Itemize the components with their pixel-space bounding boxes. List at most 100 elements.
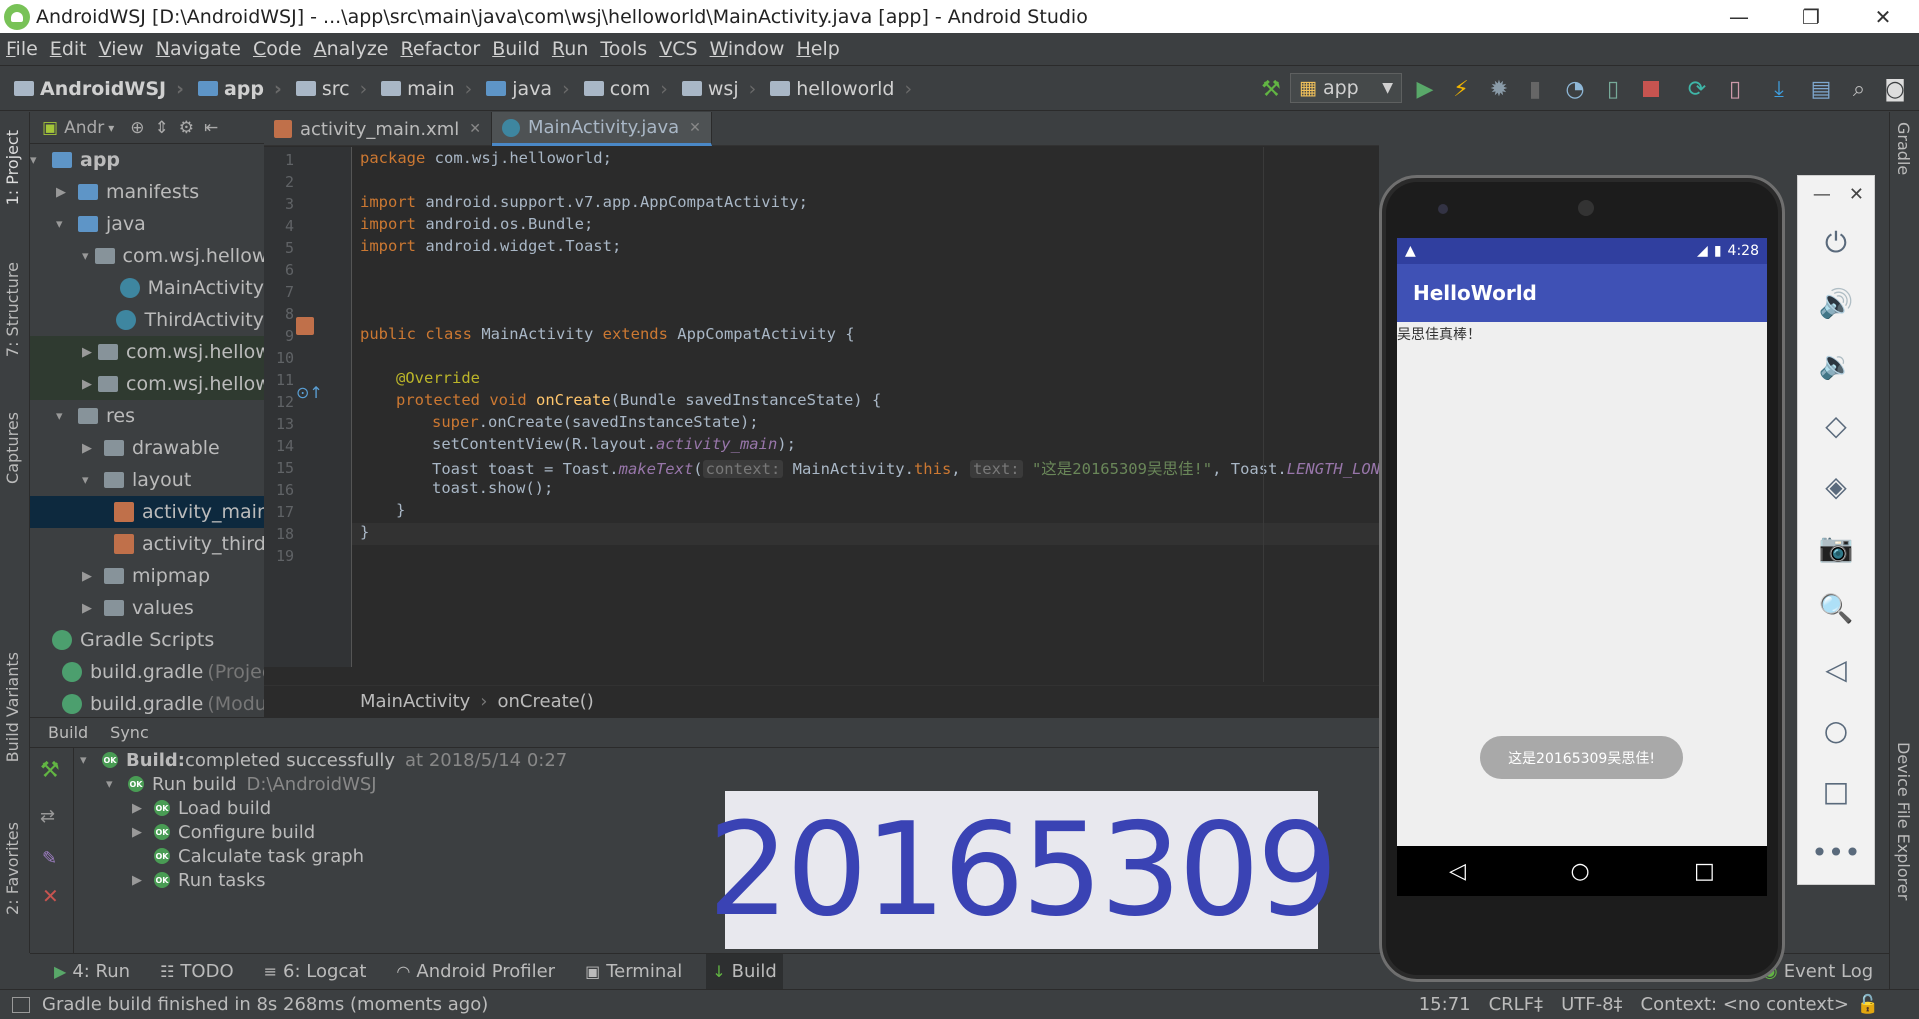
tree-item[interactable]: build.gradle(Project xyxy=(30,656,264,688)
collapse-icon[interactable]: ⇕ xyxy=(155,118,169,138)
expand-arrow-icon[interactable]: ▾ xyxy=(56,217,72,232)
build-tree-row[interactable]: ▾ OK Run build D:\AndroidWSJ xyxy=(80,772,567,796)
minimize-emulator-button[interactable]: — xyxy=(1813,184,1831,205)
menu-view[interactable]: View xyxy=(99,38,144,60)
attach-debugger-button[interactable]: ▯ xyxy=(1600,74,1626,104)
close-icon[interactable]: ✕ xyxy=(42,884,59,908)
line-separator[interactable]: CRLF‡ xyxy=(1489,994,1543,1015)
expand-arrow-icon[interactable]: ▶ xyxy=(132,825,154,840)
hammer-icon[interactable]: ⚒ xyxy=(40,758,60,783)
volume-down-button[interactable]: 🔉 xyxy=(1798,334,1874,395)
pin-icon[interactable]: ✎ xyxy=(42,848,57,869)
close-icon[interactable]: ✕ xyxy=(689,120,701,136)
expand-arrow-icon[interactable]: ▾ xyxy=(82,249,89,264)
menu-help[interactable]: Help xyxy=(796,38,839,60)
context-indicator[interactable]: Context: <no context> xyxy=(1641,994,1849,1015)
make-project-button[interactable]: ⚒ xyxy=(1258,74,1284,104)
build-tree-row[interactable]: ▶ OK Configure build xyxy=(80,820,567,844)
menu-file[interactable]: File xyxy=(6,38,38,60)
tree-item[interactable]: ▾ layout xyxy=(30,464,264,496)
tab-structure[interactable]: 7: Structure xyxy=(3,262,22,357)
menu-navigate[interactable]: Navigate xyxy=(156,38,241,60)
expand-arrow-icon[interactable]: ▶ xyxy=(82,345,92,360)
status-toggle-icon[interactable] xyxy=(12,996,30,1013)
menu-build[interactable]: Build xyxy=(492,38,540,60)
emulator-screen[interactable]: ▲ ◢ ▮ 4:28 HelloWorld 吴思佳真棒！ xyxy=(1397,238,1767,896)
minimize-button[interactable]: — xyxy=(1703,0,1775,33)
menu-code[interactable]: Code xyxy=(253,38,302,60)
tab-logcat[interactable]: ≡ 6: Logcat xyxy=(258,954,373,990)
expand-arrow-icon[interactable]: ▶ xyxy=(132,801,154,816)
code-area[interactable]: package com.wsj.helloworld; import andro… xyxy=(360,147,1408,667)
toggle-view-icon[interactable]: ⇄ xyxy=(40,806,55,827)
tab-terminal[interactable]: ▣ Terminal xyxy=(579,954,688,990)
sync-gradle-button[interactable]: ⟳ xyxy=(1684,74,1710,104)
avd-manager-button[interactable]: ▯ xyxy=(1722,74,1748,104)
more-options-button[interactable]: ••• xyxy=(1798,822,1874,883)
tree-item[interactable]: MainActivity xyxy=(30,272,264,304)
breadcrumb-class[interactable]: MainActivity xyxy=(360,691,470,712)
tab-build-output[interactable]: Build xyxy=(48,723,88,742)
breadcrumb-wsj[interactable]: wsj › xyxy=(681,78,756,100)
build-tree-row[interactable]: ▶ OK Run tasks xyxy=(80,868,567,892)
menu-refactor[interactable]: Refactor xyxy=(400,38,480,60)
override-icon[interactable]: ⊙↑ xyxy=(296,383,323,402)
rotate-left-button[interactable]: ◇ xyxy=(1798,395,1874,456)
tab-todo[interactable]: ☷ TODO xyxy=(154,954,240,990)
power-button[interactable]: ⏻ xyxy=(1798,212,1874,273)
search-everywhere-button[interactable]: ⌕ xyxy=(1846,74,1872,104)
breadcrumb-main[interactable]: main › xyxy=(381,78,472,100)
home-button[interactable]: ○ xyxy=(1570,859,1589,884)
volume-up-button[interactable]: 🔊 xyxy=(1798,273,1874,334)
stop-button[interactable] xyxy=(1638,74,1664,104)
implementing-icon[interactable] xyxy=(296,317,314,335)
project-structure-button[interactable]: ▤ xyxy=(1808,74,1834,104)
tab-captures[interactable]: Captures xyxy=(3,412,22,484)
expand-arrow-icon[interactable]: ▾ xyxy=(82,473,98,488)
menu-window[interactable]: Window xyxy=(710,38,785,60)
run-config-select[interactable]: ▦ app ▼ xyxy=(1290,73,1402,103)
tab-device-file-explorer[interactable]: Device File Explorer xyxy=(1894,742,1913,900)
user-button[interactable]: ◙ xyxy=(1882,74,1908,104)
breadcrumb-project[interactable]: AndroidWSJ › xyxy=(14,78,184,100)
tree-item[interactable]: build.gradle(Module xyxy=(30,688,264,720)
breadcrumb-com[interactable]: com › xyxy=(583,78,668,100)
emu-overview-button[interactable]: □ xyxy=(1798,761,1874,822)
build-tree-row[interactable]: ▾ OK Build: completed successfully at 2018/… xyxy=(80,748,567,772)
close-icon[interactable]: ✕ xyxy=(469,121,481,137)
hide-icon[interactable]: ⇤ xyxy=(204,118,218,138)
tree-item[interactable]: ▶ drawable xyxy=(30,432,264,464)
tree-item[interactable]: ▶ manifests xyxy=(30,176,264,208)
sdk-manager-button[interactable]: ⤓ xyxy=(1766,74,1792,104)
expand-arrow-icon[interactable]: ▶ xyxy=(56,185,72,200)
run-button[interactable]: ▶ xyxy=(1412,74,1438,104)
close-button[interactable]: ✕ xyxy=(1847,0,1919,33)
emu-home-button[interactable]: ○ xyxy=(1798,700,1874,761)
breadcrumb-module[interactable]: app › xyxy=(197,78,282,100)
tab-favorites[interactable]: 2: Favorites xyxy=(3,822,22,915)
breadcrumb-method[interactable]: onCreate() xyxy=(498,691,594,712)
tree-item[interactable]: activity_main. xyxy=(30,496,264,528)
tree-item[interactable]: ▾ com.wsj.hellowor xyxy=(30,240,264,272)
expand-arrow-icon[interactable]: ▾ xyxy=(56,409,72,424)
tree-item[interactable]: ▶ values xyxy=(30,592,264,624)
build-tree-row[interactable]: ▶ OK Load build xyxy=(80,796,567,820)
gear-icon[interactable]: ⚙ xyxy=(179,118,194,138)
tab-sync[interactable]: Sync xyxy=(110,723,149,742)
tree-item[interactable]: ▾ java xyxy=(30,208,264,240)
back-button[interactable]: ◁ xyxy=(1449,859,1466,884)
apply-changes-button[interactable]: ⚡ xyxy=(1448,74,1474,104)
expand-arrow-icon[interactable]: ▶ xyxy=(82,569,98,584)
zoom-button[interactable]: 🔍 xyxy=(1798,578,1874,639)
emu-back-button[interactable]: ◁ xyxy=(1798,639,1874,700)
rotate-right-button[interactable]: ◈ xyxy=(1798,456,1874,517)
expand-arrow-icon[interactable]: ▶ xyxy=(82,601,98,616)
screenshot-button[interactable]: 📷 xyxy=(1798,517,1874,578)
debug-button[interactable]: ✹ xyxy=(1486,74,1512,104)
menu-run[interactable]: Run xyxy=(552,38,588,60)
tree-item[interactable]: ▶ com.wsj.hellowor xyxy=(30,336,264,368)
tree-item[interactable]: ThirdActivity xyxy=(30,304,264,336)
target-icon[interactable]: ⊕ xyxy=(130,118,144,138)
menu-vcs[interactable]: VCS xyxy=(659,38,697,60)
tab-main-activity-java[interactable]: MainActivity.java ✕ xyxy=(491,112,712,146)
